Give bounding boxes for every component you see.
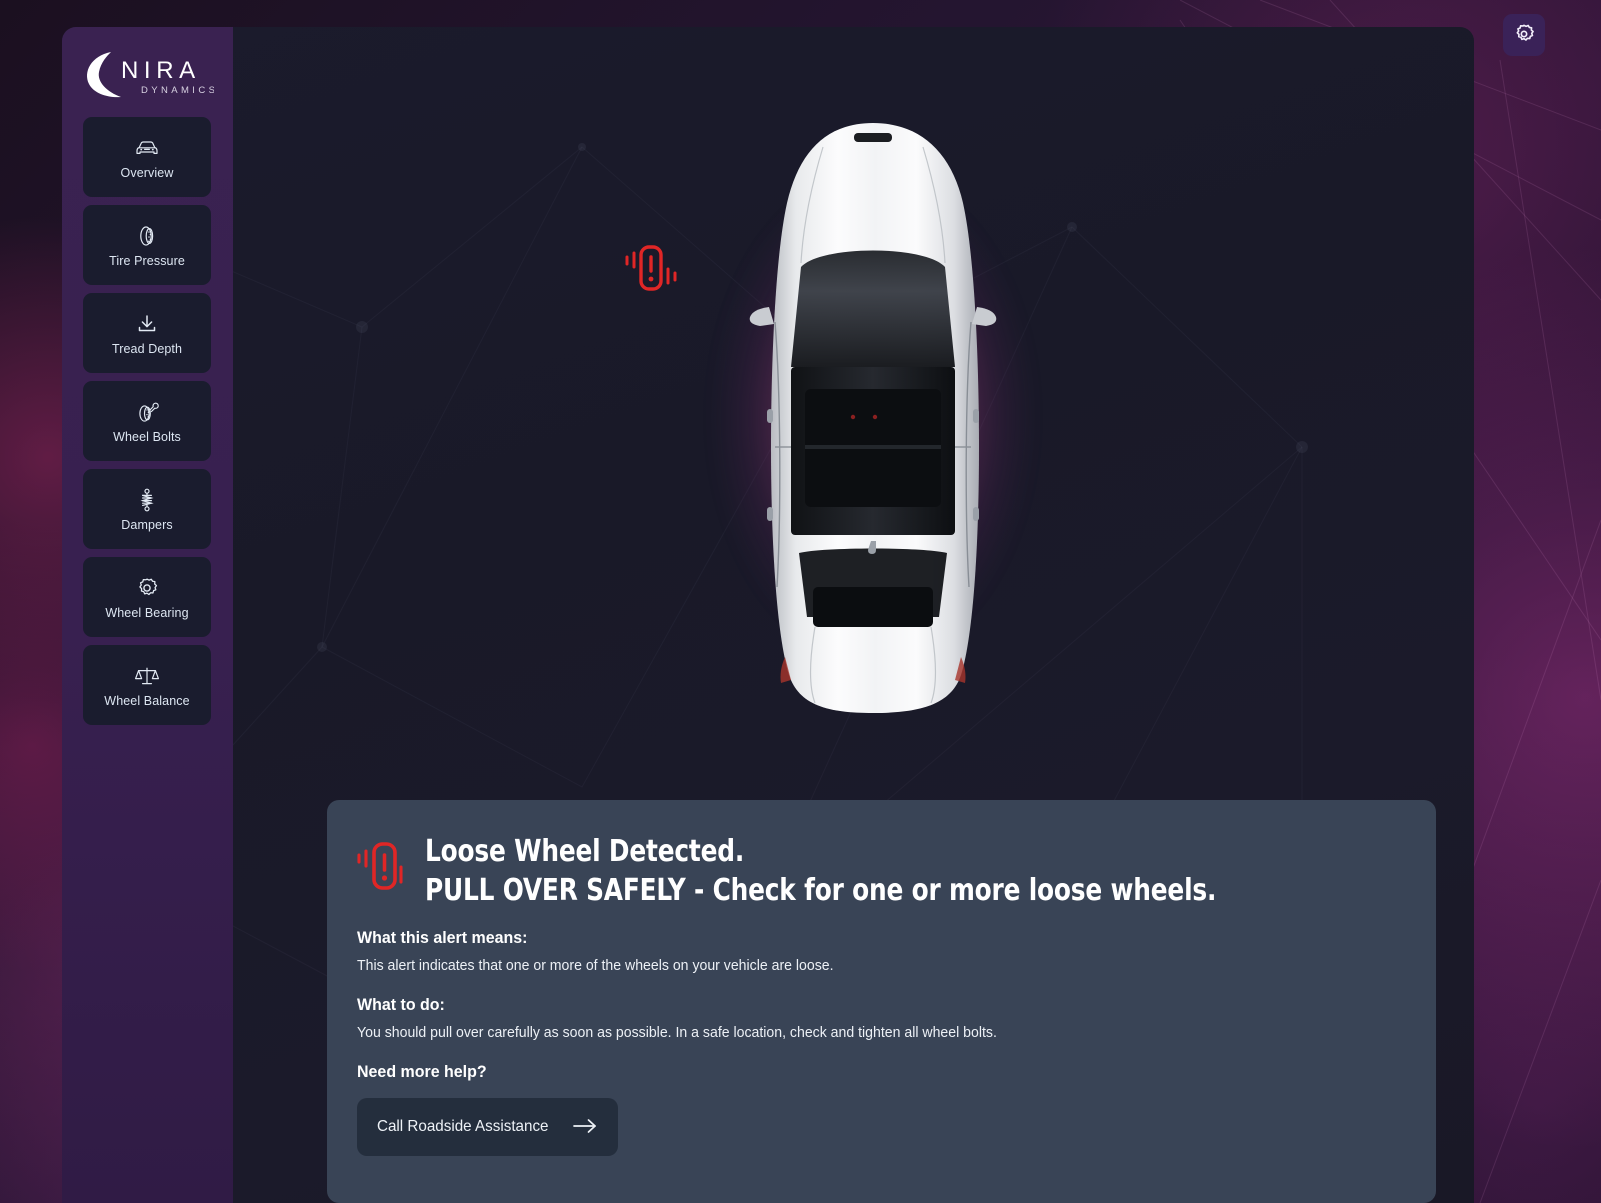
sidebar-item-dampers[interactable]: Dampers xyxy=(83,469,211,549)
car-top-view-icon xyxy=(749,123,997,713)
spring-damper-icon xyxy=(134,487,160,513)
tire-wrench-icon xyxy=(134,399,160,425)
cta-label: Call Roadside Assistance xyxy=(377,1118,549,1135)
alert-header: Loose Wheel Detected. PULL OVER SAFELY -… xyxy=(357,832,1404,910)
sidebar-item-wheel-bolts[interactable]: Wheel Bolts xyxy=(83,381,211,461)
alert-todo-heading: What to do: xyxy=(357,995,445,1014)
sidebar-nav: Overview Tire Pressure Tread Depth Wheel… xyxy=(83,117,211,733)
sidebar-item-label: Tire Pressure xyxy=(109,253,185,268)
svg-text:DYNAMICS: DYNAMICS xyxy=(141,85,214,96)
nira-dynamics-logo: NIRA DYNAMICS xyxy=(81,48,215,100)
sidebar-item-label: Wheel Bolts xyxy=(113,429,181,444)
alert-title-line-1: Loose Wheel Detected. xyxy=(425,834,745,869)
alert-title-line-2: PULL OVER SAFELY - Check for one or more… xyxy=(425,873,1217,908)
sidebar-item-label: Overview xyxy=(120,165,174,180)
alert-help-heading: Need more help? xyxy=(357,1062,487,1081)
sidebar-item-overview[interactable]: Overview xyxy=(83,117,211,197)
sidebar-item-wheel-bearing[interactable]: Wheel Bearing xyxy=(83,557,211,637)
sidebar-item-label: Wheel Bearing xyxy=(105,605,189,620)
sidebar: NIRA DYNAMICS Overview Tire Pressure Tre… xyxy=(62,27,233,1203)
balance-scale-icon xyxy=(134,663,160,689)
sidebar-item-tire-pressure[interactable]: Tire Pressure xyxy=(83,205,211,285)
vehicle-stage xyxy=(233,27,1474,797)
sidebar-item-wheel-balance[interactable]: Wheel Balance xyxy=(83,645,211,725)
sidebar-item-label: Tread Depth xyxy=(111,341,183,356)
alert-panel: Loose Wheel Detected. PULL OVER SAFELY -… xyxy=(327,800,1436,1203)
alert-means-heading: What this alert means: xyxy=(357,928,528,947)
arrow-right-icon xyxy=(572,1117,598,1138)
sidebar-item-label: Wheel Balance xyxy=(104,693,190,708)
vehicle-illustration xyxy=(663,87,1083,747)
settings-button[interactable] xyxy=(1503,14,1545,56)
alert-title-block: Loose Wheel Detected. PULL OVER SAFELY -… xyxy=(425,832,1285,910)
gear-icon xyxy=(134,575,160,601)
alert-means-body: This alert indicates that one or more of… xyxy=(357,957,834,974)
loose-wheel-warning-marker[interactable] xyxy=(621,239,679,297)
call-roadside-assistance-button[interactable]: Call Roadside Assistance xyxy=(357,1098,618,1156)
sidebar-item-tread-depth[interactable]: Tread Depth xyxy=(83,293,211,373)
sidebar-item-label: Dampers xyxy=(121,517,173,532)
tire-icon xyxy=(134,223,160,249)
svg-text:NIRA: NIRA xyxy=(121,57,201,84)
download-arrow-icon xyxy=(134,311,160,337)
alert-todo-body: You should pull over carefully as soon a… xyxy=(357,1024,997,1041)
car-front-icon xyxy=(134,135,160,161)
gear-icon xyxy=(1513,23,1535,48)
loose-wheel-warning-icon xyxy=(357,838,407,896)
